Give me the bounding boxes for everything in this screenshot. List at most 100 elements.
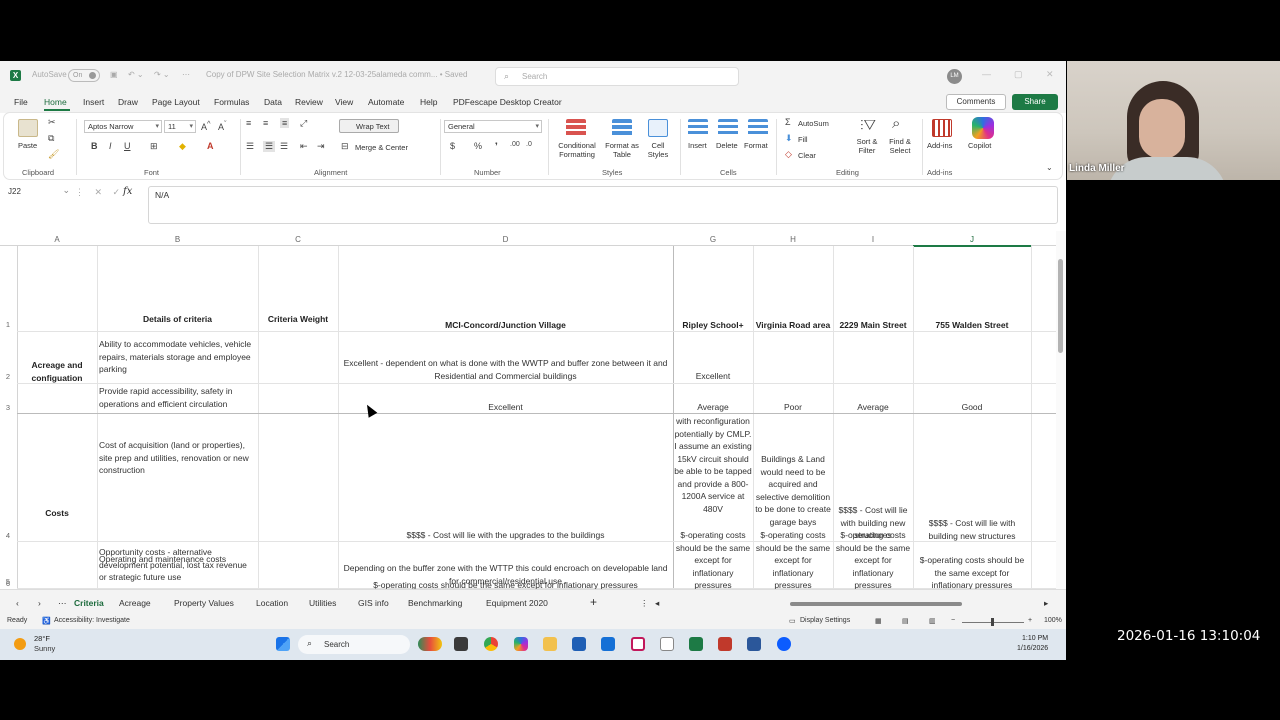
weather-temperature[interactable]: 28°F bbox=[34, 634, 50, 643]
column-header-c[interactable]: C bbox=[258, 235, 338, 244]
tab-data[interactable]: Data bbox=[264, 97, 282, 107]
page-layout-view-icon[interactable]: ▤ bbox=[902, 617, 909, 625]
row-header-4[interactable]: 4 bbox=[2, 531, 14, 540]
tab-review[interactable]: Review bbox=[295, 97, 323, 107]
prev-sheet-icon[interactable]: ‹ bbox=[16, 598, 19, 608]
clock-time[interactable]: 1:10 PM bbox=[1022, 635, 1048, 642]
decrease-font-icon[interactable]: Aˇ bbox=[218, 119, 227, 132]
store-icon[interactable] bbox=[572, 637, 586, 651]
cell-j6[interactable]: $-operating costs should be the same exc… bbox=[915, 554, 1029, 589]
zoom-in-icon[interactable]: + bbox=[1028, 617, 1032, 624]
autosum-button[interactable]: AutoSum bbox=[798, 119, 829, 128]
task-view-icon[interactable] bbox=[454, 637, 468, 651]
format-painter-icon[interactable]: 🖌 bbox=[48, 149, 59, 160]
cell-d2[interactable]: Excellent - dependent on what is done wi… bbox=[340, 357, 671, 382]
vertical-scrollbar[interactable] bbox=[1056, 231, 1066, 589]
cell-h3[interactable]: Poor bbox=[755, 401, 831, 414]
align-bottom-icon[interactable]: ≡ bbox=[280, 118, 290, 128]
outlook-icon[interactable] bbox=[601, 637, 615, 651]
font-color-icon[interactable]: A bbox=[207, 141, 214, 151]
format-cells-icon[interactable] bbox=[748, 119, 768, 137]
zoom-slider-thumb[interactable] bbox=[991, 618, 994, 626]
fill-icon[interactable]: ⬇ bbox=[785, 133, 793, 144]
sort-filter-icon[interactable]: ⫶▽ bbox=[860, 117, 876, 134]
font-name-select[interactable]: Aptos Narrow bbox=[84, 120, 162, 133]
comma-icon[interactable]: ❜ bbox=[495, 141, 498, 152]
cell-h6[interactable]: $-operating costs should be the same exc… bbox=[755, 529, 831, 589]
participant-video[interactable]: Linda Miller bbox=[1067, 61, 1280, 180]
find-select-icon[interactable]: ⌕ bbox=[892, 115, 900, 132]
document-title[interactable]: Copy of DPW Site Selection Matrix v.2 12… bbox=[206, 70, 467, 79]
row-header-2[interactable]: 2 bbox=[2, 372, 14, 381]
clear-icon[interactable]: ◇ bbox=[785, 149, 792, 160]
tab-help[interactable]: Help bbox=[420, 97, 437, 107]
paste-icon[interactable] bbox=[18, 119, 38, 137]
zoom-out-icon[interactable]: − bbox=[951, 617, 955, 624]
tab-draw[interactable]: Draw bbox=[118, 97, 138, 107]
row-header-6[interactable]: 6 bbox=[2, 579, 14, 588]
increase-decimal-icon[interactable]: .00 bbox=[510, 141, 520, 148]
page-break-view-icon[interactable]: ▥ bbox=[929, 617, 936, 625]
tab-file[interactable]: File bbox=[14, 97, 28, 107]
paste-button[interactable]: Paste bbox=[18, 141, 37, 150]
cell-g1[interactable]: Ripley School+ bbox=[673, 319, 753, 332]
cell-styles-button[interactable]: Cell Styles bbox=[644, 141, 672, 159]
tab-page-layout[interactable]: Page Layout bbox=[152, 97, 200, 107]
cell-g3[interactable]: Average bbox=[675, 401, 751, 414]
zoom-level[interactable]: 100% bbox=[1044, 617, 1062, 624]
underline-icon[interactable]: U bbox=[124, 141, 131, 151]
conditional-formatting-icon[interactable] bbox=[566, 119, 586, 137]
sheet-tab-location[interactable]: Location bbox=[256, 598, 288, 608]
wrap-text-button[interactable]: Wrap Text bbox=[339, 119, 399, 133]
cell-j4[interactable]: $$$$ - Cost will lie with building new s… bbox=[915, 517, 1029, 542]
tab-formulas[interactable]: Formulas bbox=[214, 97, 249, 107]
conditional-formatting-button[interactable]: Conditional Formatting bbox=[554, 141, 600, 159]
comments-button[interactable]: Comments bbox=[946, 94, 1006, 110]
avatar[interactable]: LM bbox=[947, 69, 962, 84]
chrome-icon[interactable] bbox=[484, 637, 498, 651]
maximize-icon[interactable]: ▢ bbox=[1014, 69, 1023, 80]
cell-g2[interactable]: Excellent bbox=[675, 370, 751, 383]
cell-c1[interactable]: Criteria Weight bbox=[258, 313, 338, 326]
addins-button[interactable]: Add-ins bbox=[927, 141, 952, 150]
tab-view[interactable]: View bbox=[335, 97, 353, 107]
windows-start-icon[interactable] bbox=[276, 637, 290, 651]
taskbar-search[interactable]: ⌕ Search bbox=[298, 635, 410, 654]
tab-pdfescape[interactable]: PDFescape Desktop Creator bbox=[453, 97, 562, 107]
tab-automate[interactable]: Automate bbox=[368, 97, 404, 107]
display-settings-button[interactable]: Display Settings bbox=[800, 617, 850, 624]
insert-cells-icon[interactable] bbox=[688, 119, 708, 137]
cell-b6[interactable]: Operating and maintenance costs bbox=[99, 553, 256, 566]
snipping-tool-icon[interactable] bbox=[660, 637, 674, 651]
cell-d3[interactable]: Excellent bbox=[340, 401, 671, 414]
tab-home[interactable]: Home bbox=[44, 97, 67, 107]
merge-icon[interactable]: ⊟ bbox=[341, 141, 349, 152]
redo-icon[interactable]: ↷ ⌄ bbox=[154, 70, 170, 79]
cell-h1[interactable]: Virginia Road area bbox=[753, 319, 833, 332]
fill-color-icon[interactable]: ◆ bbox=[179, 141, 186, 152]
cell-b4[interactable]: Cost of acquisition (land or properties)… bbox=[99, 439, 249, 477]
clock-date[interactable]: 1/16/2026 bbox=[1017, 645, 1048, 652]
cell-a2[interactable]: Acreage and configuation bbox=[19, 359, 95, 384]
cell-i6[interactable]: $-operating costs should be the same exc… bbox=[835, 529, 911, 589]
sheet-tab-benchmarking[interactable]: Benchmarking bbox=[408, 598, 462, 608]
name-box[interactable]: J22 bbox=[6, 185, 70, 200]
number-format-select[interactable]: General bbox=[444, 120, 542, 133]
formula-input[interactable]: N/A bbox=[148, 186, 1058, 224]
sheet-tab-acreage[interactable]: Acreage bbox=[119, 598, 151, 608]
vertical-scroll-thumb[interactable] bbox=[1058, 259, 1063, 353]
currency-icon[interactable]: $ bbox=[450, 141, 455, 151]
cell-b3[interactable]: Provide rapid accessibility, safety in o… bbox=[99, 385, 256, 410]
file-explorer-icon[interactable] bbox=[543, 637, 557, 651]
minimize-icon[interactable]: — bbox=[982, 69, 991, 79]
pdf-app-icon[interactable] bbox=[718, 637, 732, 651]
merge-center-button[interactable]: Merge & Center bbox=[355, 143, 408, 152]
sun-icon[interactable] bbox=[14, 638, 26, 650]
scroll-right-icon[interactable]: ▸ bbox=[1044, 598, 1048, 609]
sheet-tab-gis-info[interactable]: GIS info bbox=[358, 598, 389, 608]
close-icon[interactable]: ✕ bbox=[1046, 69, 1054, 80]
decrease-indent-icon[interactable]: ⇤ bbox=[300, 141, 308, 152]
cell-b2[interactable]: Ability to accommodate vehicles, vehicle… bbox=[99, 338, 256, 376]
sheet-tab-property-values[interactable]: Property Values bbox=[174, 598, 234, 608]
add-sheet-icon[interactable]: + bbox=[590, 595, 597, 609]
